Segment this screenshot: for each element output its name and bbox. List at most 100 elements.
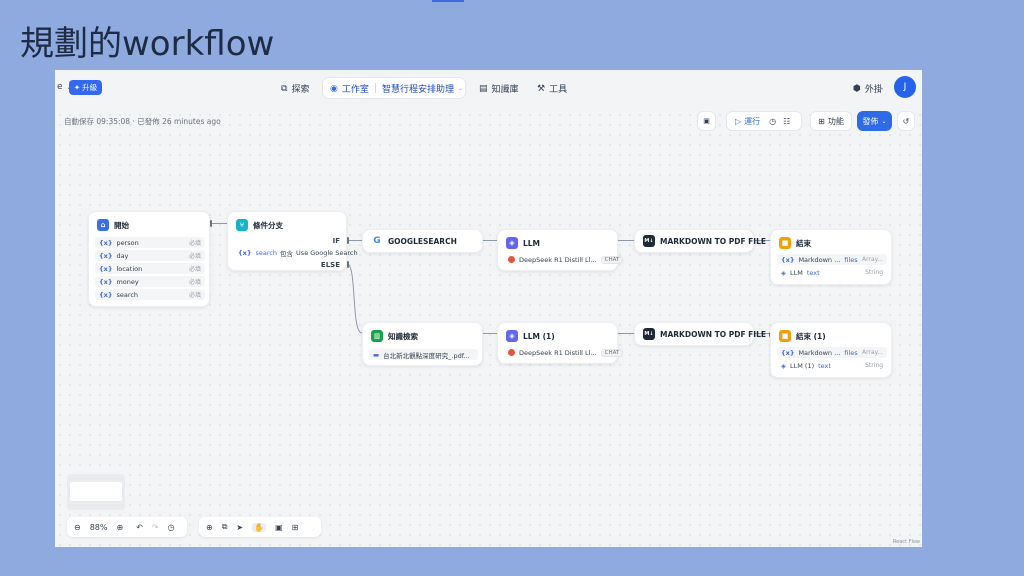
workflow-editor: e ⌄ ✦ 升級 ⧉ 探索 ◉ 工作室 智慧行程安排助理 ⌄ ▤ 知識庫: [55, 70, 922, 547]
home-icon: ⌂: [97, 219, 109, 231]
minimap[interactable]: [67, 474, 125, 510]
start-var-row[interactable]: {x} search 必填: [95, 289, 205, 300]
zoom-in-icon[interactable]: ⊕: [116, 523, 123, 532]
end-node[interactable]: ■ 結束 {x} Markdown ... files Array... ◈ L…: [770, 229, 892, 285]
markdown-to-pdf-1-node[interactable]: M↓ MARKDOWN TO PDF FILE (1: [634, 322, 777, 346]
start-var-row[interactable]: {x} person 必填: [95, 237, 205, 248]
googlesearch-node[interactable]: G GOOGLESEARCH: [362, 229, 483, 253]
ifelse-node-header: ⑂ 條件分支: [236, 219, 283, 231]
history-icon[interactable]: ◷: [168, 523, 175, 532]
compass-icon: ⧉: [281, 83, 288, 94]
md-1-node-title: MARKDOWN TO PDF FILE (1: [660, 329, 778, 339]
export-image-icon[interactable]: ▣: [275, 523, 283, 532]
cond-op: 包含: [280, 249, 294, 258]
edge-start-to-ifelse: [210, 223, 227, 224]
markdown-to-pdf-node[interactable]: M↓ MARKDOWN TO PDF FILE: [634, 229, 766, 253]
markdown-icon: M↓: [643, 235, 655, 247]
nav-explore[interactable]: ⧉ 探索: [281, 82, 310, 96]
if-label: IF: [332, 237, 340, 245]
if-output-handle[interactable]: [347, 237, 349, 244]
avatar[interactable]: J: [894, 76, 916, 98]
md-1-node-header: M↓ MARKDOWN TO PDF FILE (1: [643, 328, 777, 340]
pointer-icon[interactable]: ➤: [236, 523, 243, 532]
variable-icon: {x}: [99, 251, 113, 260]
run-group: ▷ 運行 ◷ ☷: [726, 111, 802, 131]
ifelse-node[interactable]: ⑂ 條件分支 IF {x} search 包含 Use Google Searc…: [227, 211, 358, 271]
brain-icon: ◈: [781, 361, 786, 370]
llm-node[interactable]: ◈ LLM DeepSeek R1 Distill Ll... CHAT: [497, 229, 624, 271]
start-var-row[interactable]: {x} money 必填: [95, 276, 205, 287]
nav-knowledge[interactable]: ▤ 知識庫: [479, 82, 519, 96]
else-label: ELSE: [320, 261, 340, 269]
llm-model[interactable]: DeepSeek R1 Distill Ll... CHAT: [504, 254, 624, 265]
end-output-row[interactable]: ◈ LLM text String: [777, 267, 887, 278]
zoom-level[interactable]: 88%: [90, 523, 108, 532]
add-note-icon[interactable]: ⧉: [222, 522, 228, 532]
llm-1-model[interactable]: DeepSeek R1 Distill Ll... CHAT: [504, 347, 624, 358]
history-icon[interactable]: ◷: [769, 117, 776, 126]
plugins-button[interactable]: ⬢ 外掛: [853, 82, 883, 96]
run-label[interactable]: 運行: [744, 116, 760, 127]
knowledge-node[interactable]: ▥ 知識檢索 ▬ 台北新北觀點深度研究_.pdf...: [362, 322, 483, 366]
nav-explore-label: 探索: [291, 85, 310, 95]
else-output-handle[interactable]: [347, 261, 349, 268]
organize-icon[interactable]: ⊞: [292, 523, 299, 532]
start-var-required: 必填: [188, 279, 201, 286]
start-var-required: 必填: [188, 240, 201, 247]
app-selector[interactable]: 智慧行程安排助理 ⌄: [382, 82, 463, 95]
start-var-name: day: [116, 251, 129, 260]
start-output-handle[interactable]: [210, 220, 212, 227]
redo-icon[interactable]: ↷: [152, 523, 159, 532]
upgrade-button[interactable]: ✦ 升級: [69, 80, 102, 95]
end-output-row[interactable]: {x} Markdown ... files Array...: [777, 254, 887, 265]
nav-studio[interactable]: ◉ 工作室 智慧行程安排助理 ⌄: [323, 78, 465, 98]
end-1-output-type: String: [865, 362, 883, 369]
add-node-icon[interactable]: ⊕: [206, 523, 213, 532]
top-accent-bar: [432, 0, 464, 2]
end-1-output-source: Markdown ...: [798, 348, 841, 357]
minimap-viewport: [70, 482, 122, 501]
hand-icon[interactable]: ✋: [252, 522, 267, 532]
start-var-row[interactable]: {x} day 必填: [95, 250, 205, 261]
nav-tools[interactable]: ⚒ 工具: [537, 82, 567, 96]
env-button[interactable]: ▣: [697, 111, 716, 131]
end-1-output-row[interactable]: {x} Markdown ... files Array...: [777, 347, 887, 358]
ifelse-condition[interactable]: {x} search 包含 Use Google Search: [234, 247, 358, 258]
top-bar: e ⌄ ✦ 升級 ⧉ 探索 ◉ 工作室 智慧行程安排助理 ⌄ ▤ 知識庫: [55, 70, 922, 106]
undo-icon[interactable]: ↶: [136, 523, 143, 532]
end-output-type: Array...: [861, 256, 883, 263]
variable-icon: {x}: [781, 348, 795, 357]
features-button[interactable]: ⊞ 功能: [810, 111, 852, 131]
knowledge-file[interactable]: ▬ 台北新北觀點深度研究_.pdf...: [369, 349, 478, 360]
start-var-name: money: [116, 277, 139, 286]
studio-tab[interactable]: ◉ 工作室: [330, 82, 369, 96]
zoom-out-icon[interactable]: ⊖: [74, 523, 81, 532]
checklist-icon[interactable]: ☷: [783, 117, 790, 126]
llm-1-node[interactable]: ◈ LLM (1) DeepSeek R1 Distill Ll... CHAT: [497, 322, 624, 364]
cond-var: search: [255, 248, 278, 257]
cond-value: Use Google Search: [296, 248, 358, 257]
env-icon: ▣: [703, 117, 710, 125]
chevron-down-icon: ⌄: [458, 85, 464, 92]
zoom-controls: ⊖ 88% ⊕ ↶ ↷ ◷: [67, 517, 187, 537]
knowledge-node-title: 知識檢索: [388, 331, 418, 341]
version-history-button[interactable]: ↺: [897, 111, 915, 131]
end-1-output-row[interactable]: ◈ LLM (1) text String: [777, 360, 887, 371]
variable-icon: {x}: [99, 277, 113, 286]
md-node-header: M↓ MARKDOWN TO PDF FILE: [643, 235, 766, 247]
start-var-row[interactable]: {x} location 必填: [95, 263, 205, 274]
avatar-letter: J: [903, 82, 907, 92]
publish-button[interactable]: 發佈 ⌄: [857, 111, 892, 131]
stop-icon: ■: [779, 330, 791, 342]
variable-icon: {x}: [99, 290, 113, 299]
google-node-title: GOOGLESEARCH: [388, 236, 457, 246]
start-node[interactable]: ⌂ 開始 {x} person 必填 {x} day 必填 {x} locati…: [88, 211, 210, 307]
react-flow-attribution[interactable]: React Flow: [893, 539, 920, 545]
end-1-node[interactable]: ■ 結束 (1) {x} Markdown ... files Array...…: [770, 322, 892, 378]
play-icon[interactable]: ▷: [735, 117, 741, 126]
start-var-name: person: [116, 238, 139, 247]
nav-studio-label: 工作室: [341, 85, 369, 95]
start-var-name: search: [116, 290, 139, 299]
robot-icon: ◉: [330, 83, 338, 94]
publish-label: 發佈: [862, 116, 879, 126]
